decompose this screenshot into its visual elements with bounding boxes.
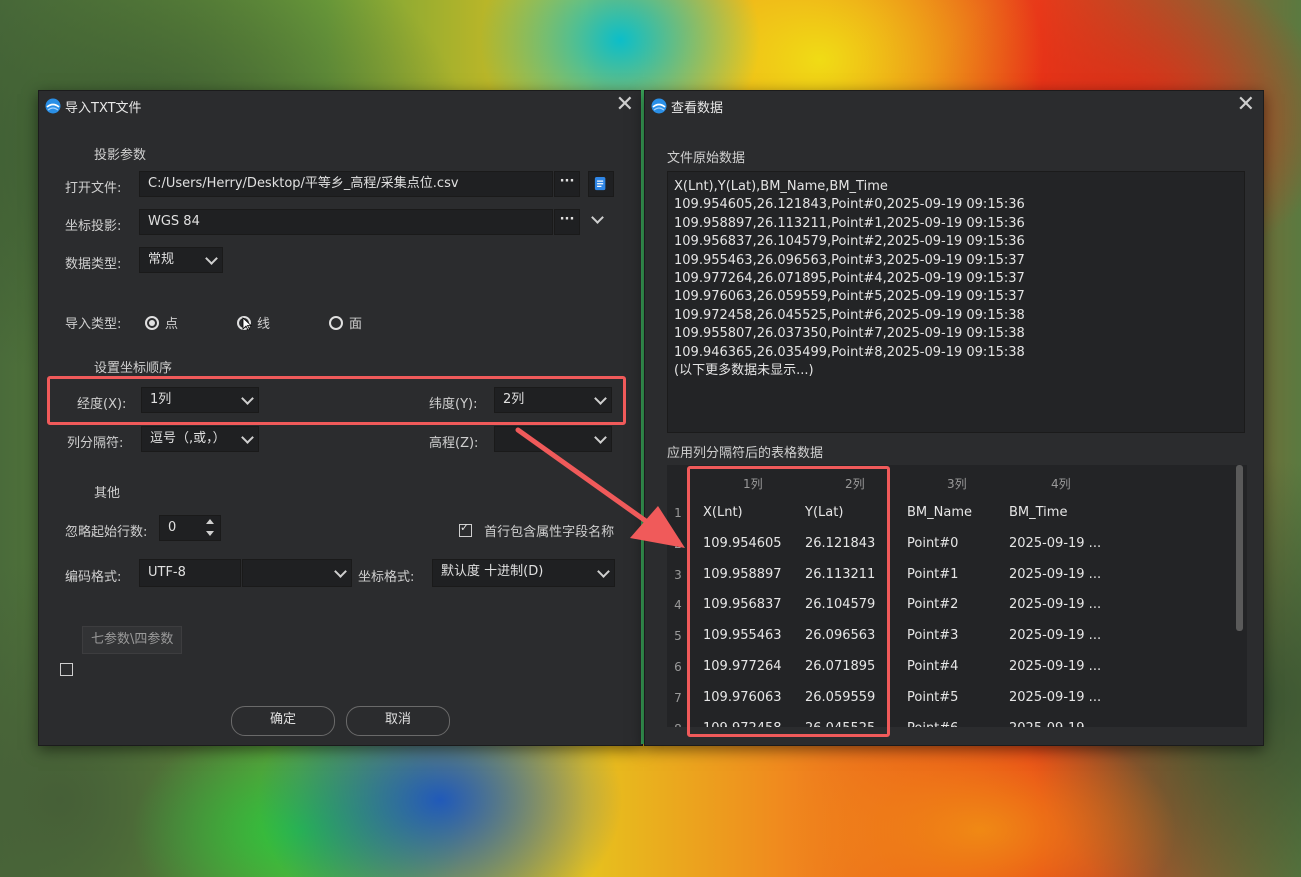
coord-proj-label: 坐标投影: [65, 219, 122, 234]
table-cell[interactable]: Point#0 [907, 536, 958, 551]
raw-line: X(Lnt),Y(Lat),BM_Name,BM_Time [674, 179, 888, 194]
elev-label: 高程(Z): [429, 436, 479, 451]
highlight-columns [687, 466, 890, 737]
checkbox-icon [459, 521, 472, 537]
spin-down-icon[interactable] [206, 531, 214, 536]
section-projection: 投影参数 [94, 148, 147, 163]
data-type-label: 数据类型: [65, 257, 122, 272]
section-other: 其他 [94, 486, 121, 501]
chevron-down-icon [205, 252, 218, 265]
raw-line: 109.976063,26.059559,Point#5,2025-09-19 … [674, 289, 1025, 305]
raw-line: 109.977264,26.071895,Point#4,2025-09-19 … [674, 271, 1025, 287]
encoding-field[interactable]: UTF-8 [139, 559, 241, 587]
file-browse-icon [594, 177, 606, 191]
arrow-icon [515, 427, 685, 548]
raw-line: 109.955807,26.037350,Point#7,2025-09-19 … [674, 326, 1025, 342]
data-type-value: 常规 [148, 252, 175, 267]
raw-line: (以下更多数据未显示...) [674, 363, 814, 379]
col-header[interactable]: 4列 [1051, 475, 1071, 492]
dialog-titlebar[interactable]: 查看数据 ✕ [645, 91, 1263, 121]
table-cell[interactable]: Point#1 [907, 567, 958, 582]
coord-format-value: 默认度 十进制(D) [441, 564, 544, 579]
file-browse-button[interactable] [588, 171, 614, 197]
coord-proj-field[interactable]: WGS 84 [139, 209, 553, 235]
table-cell[interactable]: 2025-09-19 ... [1009, 628, 1101, 643]
chevron-down-icon [334, 565, 347, 578]
table-cell[interactable]: Point#5 [907, 690, 958, 705]
coord-format-label: 坐标格式: [358, 570, 415, 585]
radio-polygon-label: 面 [349, 317, 363, 332]
browse-file-button[interactable]: ··· [554, 171, 580, 197]
table-cell[interactable]: 2025-09-19 ... [1009, 659, 1101, 674]
row-number: 3 [674, 567, 682, 582]
row-number: 6 [674, 660, 682, 674]
skip-rows-spinbox[interactable]: 0 [159, 515, 221, 541]
row-number: 4 [674, 598, 682, 613]
sep-select[interactable]: 逗号（,或，） [141, 426, 259, 452]
table-cell[interactable]: 2025-09-19 ... [1009, 567, 1101, 582]
cancel-button[interactable]: 取消 [346, 706, 450, 736]
table-cell[interactable]: Point#4 [907, 659, 958, 674]
spin-up-icon[interactable] [206, 519, 214, 524]
raw-line: 109.972458,26.045525,Point#6,2025-09-19 … [674, 307, 1025, 323]
raw-data-textarea[interactable]: X(Lnt),Y(Lat),BM_Name,BM_Time 109.954605… [667, 171, 1245, 433]
sep-label: 列分隔符: [67, 436, 124, 451]
radio-point[interactable]: 点 [145, 313, 178, 332]
raw-data-label: 文件原始数据 [667, 151, 746, 166]
app-logo-icon [45, 98, 61, 114]
radio-point-label: 点 [165, 317, 179, 332]
chevron-down-icon [591, 211, 604, 224]
col-header[interactable]: 3列 [947, 475, 967, 492]
skip-rows-label: 忽略起始行数: [65, 525, 148, 540]
dialog-titlebar[interactable]: 导入TXT文件 ✕ [39, 91, 642, 121]
chevron-down-icon [241, 431, 254, 444]
raw-line: 109.946365,26.035499,Point#8,2025-09-19 … [674, 344, 1025, 360]
table-cell[interactable]: Point#2 [907, 597, 958, 612]
table-cell[interactable]: BM_Name [907, 505, 972, 520]
app-logo-icon [651, 98, 667, 114]
table-cell[interactable]: 2025-09-19 ... [1009, 690, 1101, 705]
radio-polygon[interactable]: 面 [329, 313, 362, 332]
seven-param-checkbox[interactable] [60, 663, 73, 676]
import-type-label: 导入类型: [65, 317, 122, 332]
ok-button[interactable]: 确定 [231, 706, 335, 736]
dialog-title: 查看数据 [671, 100, 724, 116]
row-number: 5 [674, 629, 682, 644]
sep-value: 逗号（,或，） [150, 431, 226, 446]
table-cell[interactable]: 2025-09-19 ... [1009, 597, 1101, 612]
highlight-coord-order [47, 376, 626, 425]
raw-line: 109.958897,26.113211,Point#1,2025-09-19 … [674, 215, 1025, 231]
close-icon[interactable]: ✕ [616, 94, 634, 116]
table-cell[interactable]: BM_Time [1009, 505, 1067, 520]
encoding-label: 编码格式: [65, 570, 122, 585]
encoding-select[interactable] [242, 559, 352, 587]
table-cell[interactable]: 2025-09-19 ... [1009, 536, 1101, 551]
radio-line-label: 线 [257, 317, 271, 332]
open-file-label: 打开文件: [65, 181, 122, 196]
coord-proj-browse-button[interactable]: ··· [554, 209, 580, 235]
row-number: 7 [674, 690, 682, 705]
dialog-title: 导入TXT文件 [65, 100, 142, 116]
radio-point-dot [145, 316, 159, 330]
table-scrollbar[interactable] [1236, 465, 1243, 631]
radio-polygon-dot [329, 316, 343, 330]
raw-line: 109.956837,26.104579,Point#2,2025-09-19 … [674, 234, 1025, 250]
table-cell[interactable]: 2025-09-19 ... [1009, 721, 1101, 727]
open-file-field[interactable]: C:/Users/Herry/Desktop/平等乡_高程/采集点位.csv [139, 171, 553, 197]
table-cell[interactable]: Point#3 [907, 628, 958, 643]
seven-param-button[interactable]: 七参数\四参数 [82, 626, 183, 654]
chevron-down-icon [597, 565, 610, 578]
data-type-select[interactable]: 常规 [139, 247, 223, 273]
close-icon[interactable]: ✕ [1237, 94, 1255, 116]
coord-format-select[interactable]: 默认度 十进制(D) [432, 559, 615, 587]
section-coord-order: 设置坐标顺序 [94, 361, 173, 376]
row-number: 8 [669, 722, 687, 727]
table-cell[interactable]: Point#6 [907, 721, 958, 727]
raw-line: 109.955463,26.096563,Point#3,2025-09-19 … [674, 252, 1025, 268]
mouse-cursor-icon [242, 317, 252, 331]
raw-line: 109.954605,26.121843,Point#0,2025-09-19 … [674, 197, 1025, 213]
coord-proj-expand[interactable] [591, 211, 604, 224]
skip-rows-value: 0 [168, 520, 177, 535]
